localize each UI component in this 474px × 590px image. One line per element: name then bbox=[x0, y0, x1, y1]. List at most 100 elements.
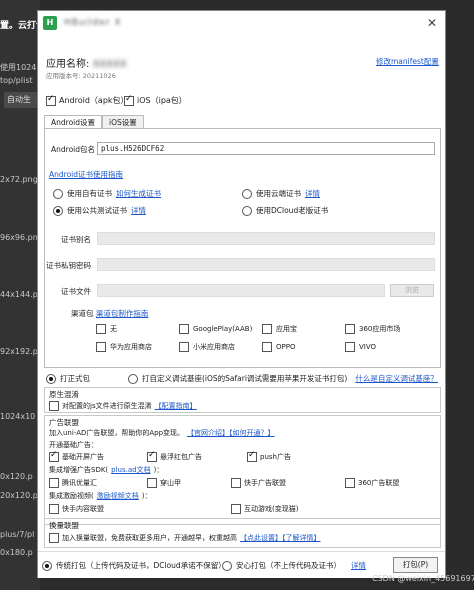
ad-tencent-check[interactable]: 腾讯优量汇 bbox=[49, 478, 97, 488]
exchange-links[interactable]: 【点此设置】【了解详情】 bbox=[240, 533, 321, 543]
package-name-input[interactable]: plus.H526DCF62 bbox=[97, 142, 435, 155]
exchange-checkbox[interactable] bbox=[49, 533, 59, 543]
ad-splash-checkbox[interactable] bbox=[49, 450, 59, 462]
safe-pack-detail-link[interactable]: 详情 bbox=[351, 560, 366, 571]
android-checkbox[interactable] bbox=[46, 94, 56, 106]
background-text-2: top/plist bbox=[0, 76, 33, 85]
dialog-titlebar: H HBuilder X ✕ bbox=[38, 11, 445, 37]
custom-base-radio[interactable] bbox=[128, 373, 138, 384]
package-name-label: Android包名 bbox=[51, 145, 95, 154]
ad-pangle-check[interactable]: 穿山甲 bbox=[147, 478, 181, 488]
channel-item-huawei[interactable]: 华为应用商店 bbox=[96, 342, 152, 352]
exchange-check[interactable]: 加入换量联盟，免费获取更多用户，开通越早，权重越高 【点此设置】【了解详情】 bbox=[49, 533, 321, 543]
traditional-pack-option[interactable]: 传统打包（上传代码及证书，DCloud承诺不保留） bbox=[42, 560, 226, 571]
ads-enhanced-doc-link[interactable]: plus.ad文档 bbox=[111, 465, 150, 475]
cert-password-input[interactable] bbox=[97, 258, 435, 271]
channel-checkbox[interactable] bbox=[96, 324, 106, 334]
ad-360-label: 360广告联盟 bbox=[358, 479, 400, 487]
ios-checkbox[interactable] bbox=[124, 94, 134, 106]
dialog-title: HBuilder X bbox=[64, 18, 122, 28]
channel-checkbox[interactable] bbox=[179, 342, 189, 352]
ad-redpacket-checkbox[interactable] bbox=[147, 450, 157, 462]
channel-item-360[interactable]: 360应用市场 bbox=[345, 324, 400, 334]
ad-kuaishou-check[interactable]: 快手广告联盟 bbox=[231, 478, 286, 488]
safe-pack-radio[interactable] bbox=[222, 560, 232, 571]
channel-checkbox[interactable] bbox=[345, 324, 355, 334]
ads-video-doc-link[interactable]: 激励视频文档 bbox=[97, 491, 139, 501]
cert-cloud-radio[interactable] bbox=[242, 188, 252, 199]
obfuscation-check[interactable]: 对配置的js文件进行原生混淆 【配置指南】 bbox=[49, 401, 197, 411]
ad-tencent-checkbox[interactable] bbox=[49, 478, 59, 488]
close-icon[interactable]: ✕ bbox=[427, 16, 437, 30]
custom-base-link[interactable]: 什么是自定义调试基座？ bbox=[355, 373, 438, 384]
channel-item-googleplay[interactable]: GooglePlay(AAB) bbox=[179, 324, 252, 334]
exchange-label: 加入换量联盟，免费获取更多用户，开通越早，权重越高 bbox=[62, 534, 237, 542]
ad-kuaishou-content-check[interactable]: 快手内容联盟 bbox=[49, 504, 104, 514]
obfuscation-guide-link[interactable]: 【配置指南】 bbox=[155, 401, 197, 411]
channel-checkbox[interactable] bbox=[262, 342, 272, 352]
ad-push-checkbox[interactable] bbox=[247, 450, 257, 462]
ad-360-checkbox[interactable] bbox=[345, 478, 355, 488]
browse-button[interactable]: 浏览 bbox=[390, 284, 434, 297]
app-name-value: XXXXX bbox=[92, 59, 127, 70]
ad-kuaishou-checkbox[interactable] bbox=[231, 478, 241, 488]
cert-dcloud-option[interactable]: 使用DCloud老版证书 bbox=[242, 205, 328, 216]
channel-guide-link[interactable]: 渠道包制作指南 bbox=[96, 309, 149, 318]
safe-pack-option[interactable]: 安心打包（不上传代码及证书） 详情 bbox=[222, 560, 366, 571]
ads-title: 广告联盟 bbox=[49, 418, 79, 427]
cert-own-link[interactable]: 如何生成证书 bbox=[116, 188, 161, 199]
ads-desc-links[interactable]: 【官网介绍】【如何开通？】 bbox=[187, 428, 275, 438]
ios-platform-check[interactable]: iOS（ipa包） bbox=[124, 94, 187, 106]
ad-redpacket-check[interactable]: 悬浮红包广告 bbox=[147, 450, 202, 462]
tab-android-settings[interactable]: Android设置 bbox=[44, 115, 102, 129]
channel-label-xiaomi: 小米应用商店 bbox=[193, 343, 235, 351]
channel-checkbox[interactable] bbox=[262, 324, 272, 334]
channel-item-vivo[interactable]: VIVO bbox=[345, 342, 376, 352]
ad-360-check[interactable]: 360广告联盟 bbox=[345, 478, 399, 488]
csdn-watermark: CSDN @weixin_45691697 bbox=[372, 574, 474, 583]
tab-ios-settings[interactable]: iOS设置 bbox=[102, 115, 144, 129]
ad-pangle-checkbox[interactable] bbox=[147, 478, 157, 488]
channel-label-360: 360应用市场 bbox=[359, 325, 401, 333]
cert-own-radio[interactable] bbox=[53, 188, 63, 199]
custom-base-option[interactable]: 打自定义调试基座(iOS的Safari调试需要用苹果开发证书打包) 什么是自定义… bbox=[128, 373, 438, 384]
cert-alias-input[interactable] bbox=[97, 232, 435, 245]
pack-button[interactable]: 打包(P) bbox=[393, 557, 438, 573]
background-top-text: 置。云打包 bbox=[0, 21, 40, 31]
cert-dcloud-label: 使用DCloud老版证书 bbox=[256, 206, 329, 215]
ad-kuaishou-content-checkbox[interactable] bbox=[49, 504, 59, 514]
traditional-pack-radio[interactable] bbox=[42, 560, 52, 571]
channel-item-xiaomi[interactable]: 小米应用商店 bbox=[179, 342, 235, 352]
formal-build-option[interactable]: 打正式包 bbox=[46, 373, 90, 384]
cert-file-input[interactable] bbox=[97, 284, 385, 297]
android-cert-guide-link[interactable]: Android证书使用指南 bbox=[49, 169, 123, 180]
channel-checkbox[interactable] bbox=[96, 342, 106, 352]
manifest-config-link[interactable]: 修改manifest配置 bbox=[376, 56, 439, 67]
channel-item-oppo[interactable]: OPPO bbox=[262, 342, 295, 352]
cert-public-link[interactable]: 详情 bbox=[131, 205, 146, 216]
cert-own-option[interactable]: 使用自有证书 如何生成证书 bbox=[53, 188, 161, 199]
android-platform-check[interactable]: Android（apk包） bbox=[46, 94, 129, 106]
cert-cloud-label: 使用云端证书 bbox=[256, 189, 301, 198]
hbuilder-icon: H bbox=[43, 16, 57, 30]
cert-public-radio[interactable] bbox=[53, 205, 63, 216]
channel-item-yingyongbao[interactable]: 应用宝 bbox=[262, 324, 297, 334]
ad-game-checkbox[interactable] bbox=[231, 504, 241, 514]
channel-checkbox[interactable] bbox=[345, 342, 355, 352]
cert-public-option[interactable]: 使用公共测试证书 详情 bbox=[53, 205, 146, 216]
background-text-6: 92x192.p bbox=[0, 347, 38, 356]
cert-cloud-link[interactable]: 详情 bbox=[305, 188, 320, 199]
background-text-4: 96x96.png bbox=[0, 233, 40, 242]
channel-item-none[interactable]: 无 bbox=[96, 324, 117, 334]
channel-checkbox[interactable] bbox=[179, 324, 189, 334]
cert-dcloud-radio[interactable] bbox=[242, 205, 252, 216]
background-text-3: 2x72.png bbox=[0, 175, 38, 184]
cert-cloud-option[interactable]: 使用云端证书 详情 bbox=[242, 188, 320, 199]
obfuscation-checkbox[interactable] bbox=[49, 401, 59, 411]
formal-build-radio[interactable] bbox=[46, 373, 56, 384]
ad-splash-check[interactable]: 基础开屏广告 bbox=[49, 450, 104, 462]
cert-public-label: 使用公共测试证书 bbox=[67, 206, 127, 215]
ad-push-check[interactable]: push广告 bbox=[247, 450, 291, 462]
ad-game-check[interactable]: 互动游戏(变现猫) bbox=[231, 504, 298, 514]
background-auto-generate-button[interactable]: 自动生 bbox=[4, 92, 38, 108]
